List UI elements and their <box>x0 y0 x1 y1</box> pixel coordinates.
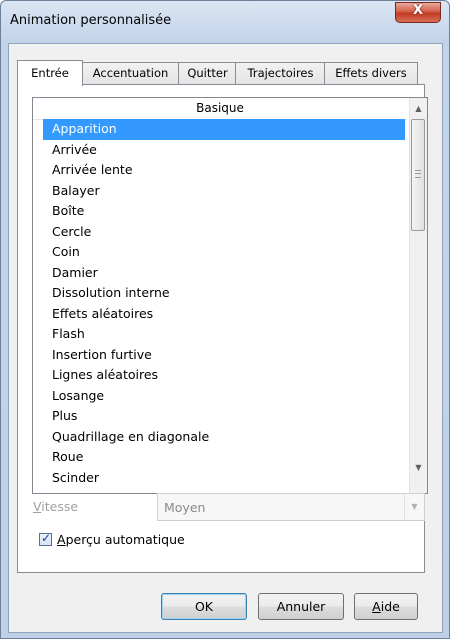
list-item[interactable]: Insertion furtive <box>33 345 407 366</box>
chevron-down-icon[interactable]: ▼ <box>404 494 424 520</box>
ok-button[interactable]: OK <box>161 593 247 620</box>
list-item[interactable]: Dissolution interne <box>33 283 407 304</box>
scroll-up-icon[interactable]: ▲ <box>410 100 427 117</box>
auto-preview-text: perçu automatique <box>65 532 185 547</box>
list-item[interactable]: Plus <box>33 406 407 427</box>
effects-listbox[interactable]: Basique Apparition Arrivée Arrivée lente Ba… <box>32 97 428 494</box>
list-item[interactable]: Flash <box>33 324 407 345</box>
tab-quitter[interactable]: Quitter <box>178 62 237 84</box>
help-button[interactable]: Aide <box>354 593 418 620</box>
list-item[interactable]: Scinder <box>33 468 407 489</box>
tab-effets-divers[interactable]: Effets divers <box>324 62 418 84</box>
window-title: Animation personnalisée <box>10 13 172 28</box>
effects-list: Apparition Arrivée Arrivée lente Balayer Boî… <box>33 119 407 488</box>
list-item[interactable]: Balayer <box>33 181 407 202</box>
close-icon: X <box>412 3 424 18</box>
close-button[interactable]: X <box>395 2 441 23</box>
list-item[interactable]: Boîte <box>33 201 407 222</box>
list-item[interactable]: Effets aléatoires <box>33 304 407 325</box>
list-item[interactable]: Quadrillage en diagonale <box>33 427 407 448</box>
list-item[interactable]: Roue <box>33 447 407 468</box>
list-item[interactable]: Apparition <box>43 119 405 140</box>
speed-select-value: Moyen <box>164 500 206 515</box>
help-accel: A <box>372 599 381 614</box>
speed-label-text: itesse <box>41 499 79 514</box>
scroll-thumb[interactable] <box>411 119 425 231</box>
auto-preview-accel: A <box>57 532 66 547</box>
speed-label: Vitesse <box>33 499 78 514</box>
tab-trajectoires[interactable]: Trajectoires <box>235 62 326 84</box>
list-item[interactable]: Arrivée <box>33 140 407 161</box>
auto-preview-checkbox[interactable]: ✓ <box>39 531 52 546</box>
list-item[interactable]: Lignes aléatoires <box>33 365 407 386</box>
grip-icon <box>415 170 421 178</box>
list-item[interactable]: Damier <box>33 263 407 284</box>
help-text: ide <box>380 599 400 614</box>
check-icon: ✓ <box>41 531 52 545</box>
tab-entree[interactable]: Entrée <box>17 60 83 86</box>
cancel-button[interactable]: Annuler <box>258 593 344 620</box>
list-scrollbar[interactable]: ▲ ▼ <box>409 98 427 493</box>
scroll-down-icon[interactable]: ▼ <box>410 459 427 476</box>
title-bar[interactable]: Animation personnalisée X <box>1 1 449 43</box>
list-category-header: Basique <box>33 98 407 120</box>
list-item[interactable]: Losange <box>33 386 407 407</box>
list-item[interactable]: Arrivée lente <box>33 160 407 181</box>
auto-preview-label[interactable]: Aperçu automatique <box>57 532 185 547</box>
tab-accentuation[interactable]: Accentuation <box>81 62 180 84</box>
speed-select[interactable]: Moyen ▼ <box>157 493 425 521</box>
list-item[interactable]: Cercle <box>33 222 407 243</box>
list-item[interactable]: Coin <box>33 242 407 263</box>
